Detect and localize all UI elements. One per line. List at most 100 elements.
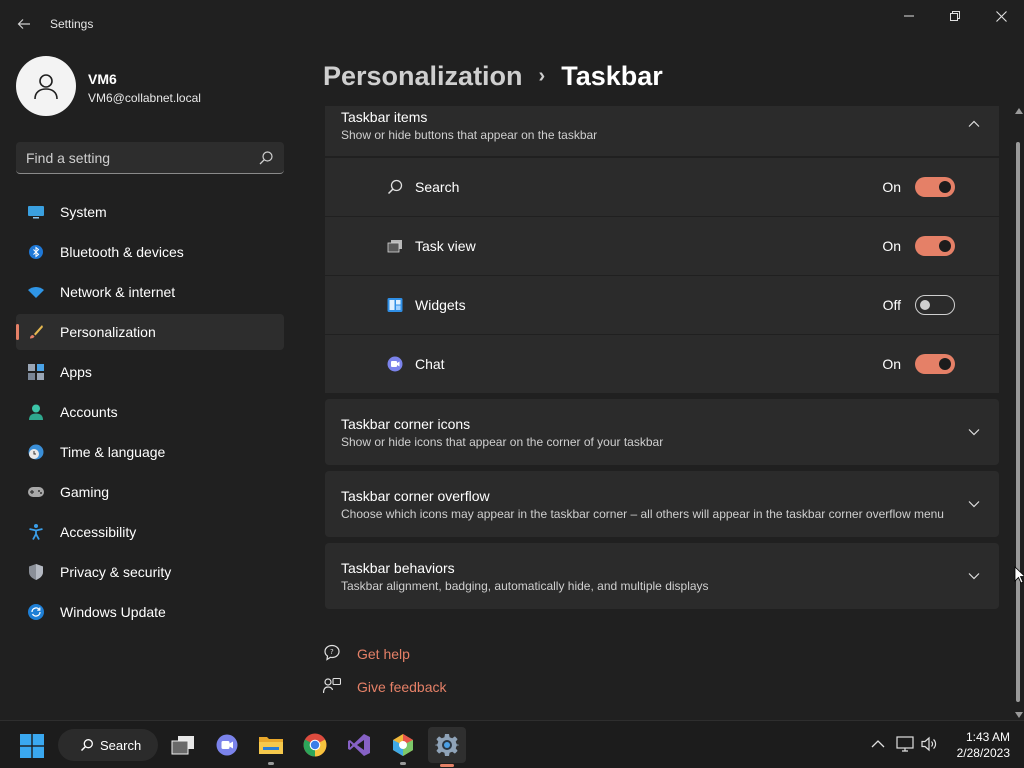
breadcrumb: Personalization › Taskbar [323, 58, 663, 94]
arrow-left-icon [17, 19, 30, 29]
taskbar-corner-overflow-card[interactable]: Taskbar corner overflow Choose which ico… [325, 471, 999, 537]
sidebar-item-windows-update[interactable]: Windows Update [16, 594, 284, 630]
toggle-knob [939, 181, 951, 193]
scroll-thumb[interactable] [1016, 142, 1020, 702]
taskbar-search-button[interactable]: Search [58, 729, 158, 761]
sidebar-item-accessibility[interactable]: Accessibility [16, 514, 284, 550]
user-profile[interactable]: VM6 VM6@collabnet.local [16, 56, 296, 120]
sidebar-item-label: Network & internet [60, 284, 176, 300]
sidebar-nav: System Bluetooth & devices Network & int… [16, 194, 284, 634]
accessibility-icon [28, 524, 44, 540]
close-button[interactable] [978, 0, 1024, 32]
row-label: Task view [415, 238, 476, 254]
network-icon[interactable] [896, 735, 914, 753]
section-title: Taskbar corner icons [341, 416, 471, 432]
search-input[interactable] [26, 142, 246, 173]
sidebar-item-privacy-security[interactable]: Privacy & security [16, 554, 284, 590]
section-description: Show or hide buttons that appear on the … [341, 128, 598, 142]
app-title: Settings [50, 17, 94, 31]
clock-time: 1:43 AM [965, 730, 1010, 744]
taskbar-file-explorer[interactable] [255, 729, 287, 765]
sidebar-item-bluetooth[interactable]: Bluetooth & devices [16, 234, 284, 270]
toggle-state-text: On [882, 238, 901, 254]
taskbar-behaviors-card[interactable]: Taskbar behaviors Taskbar alignment, bad… [325, 543, 999, 609]
sidebar-item-accounts[interactable]: Accounts [16, 394, 284, 430]
back-button[interactable] [10, 10, 38, 38]
title-bar: Settings [0, 0, 1024, 48]
settings-content: Taskbar items Show or hide buttons that … [325, 106, 999, 720]
taskbar-corner-icons-card[interactable]: Taskbar corner icons Show or hide icons … [325, 399, 999, 465]
toggle-state-text: Off [882, 297, 901, 313]
chevron-up-icon[interactable] [869, 735, 887, 753]
volume-icon[interactable] [920, 735, 938, 753]
sidebar-item-network[interactable]: Network & internet [16, 274, 284, 310]
search-toggle[interactable] [915, 177, 955, 197]
taskbar-item-row-task-view: Task view On [325, 217, 999, 275]
help-icon: ? [324, 644, 340, 661]
sidebar-item-label: Privacy & security [60, 564, 172, 580]
toggle-knob [920, 300, 930, 310]
scroll-up-arrow[interactable] [1015, 108, 1023, 114]
chevron-down-icon[interactable] [967, 425, 981, 439]
widgets-toggle[interactable] [915, 295, 955, 315]
sidebar-item-gaming[interactable]: Gaming [16, 474, 284, 510]
row-label: Widgets [415, 297, 466, 313]
apps-icon [28, 364, 44, 380]
settings-search-box[interactable] [16, 142, 284, 174]
breadcrumb-separator: › [538, 64, 546, 87]
give-feedback-text[interactable]: Give feedback [357, 679, 447, 695]
chat-toggle[interactable] [915, 354, 955, 374]
scroll-down-arrow[interactable] [1015, 712, 1023, 718]
sidebar-item-system[interactable]: System [16, 194, 284, 230]
minimize-button[interactable] [886, 0, 932, 32]
avatar[interactable] [16, 56, 76, 116]
taskbar-task-view[interactable] [167, 729, 199, 761]
visual-studio-icon [348, 734, 370, 756]
section-title: Taskbar items [341, 109, 428, 125]
breadcrumb-parent[interactable]: Personalization [323, 61, 523, 92]
feedback-icon [323, 677, 341, 694]
taskbar-chrome[interactable] [299, 729, 331, 761]
chevron-down-icon[interactable] [967, 497, 981, 511]
taskbar-item-row-search: Search On [325, 158, 999, 216]
section-description: Choose which icons may appear in the tas… [341, 507, 944, 521]
globe-clock-icon [28, 444, 44, 460]
running-indicator [268, 762, 274, 765]
toggle-state-text: On [882, 179, 901, 195]
restore-button[interactable] [932, 0, 978, 32]
system-clock[interactable]: 1:43 AM 2/28/2023 [957, 729, 1010, 761]
restore-icon [950, 11, 960, 21]
taskbar-visual-studio[interactable] [343, 729, 375, 761]
sidebar-item-personalization[interactable]: Personalization [16, 314, 284, 350]
taskbar-chat[interactable] [211, 729, 243, 761]
section-title: Taskbar behaviors [341, 560, 455, 576]
sidebar-item-time-language[interactable]: Time & language [16, 434, 284, 470]
sidebar-item-apps[interactable]: Apps [16, 354, 284, 390]
get-help-link[interactable]: ? Get help [323, 641, 523, 665]
widgets-icon [387, 298, 403, 312]
sidebar-item-label: System [60, 204, 107, 220]
task-view-toggle[interactable] [915, 236, 955, 256]
section-description: Show or hide icons that appear on the co… [341, 435, 664, 449]
search-icon[interactable] [258, 150, 274, 166]
give-feedback-link[interactable]: Give feedback [323, 674, 523, 698]
content-scrollbar[interactable] [1013, 108, 1023, 718]
mouse-cursor-icon [1014, 566, 1024, 584]
taskbar-items-header[interactable]: Taskbar items Show or hide buttons that … [325, 106, 999, 156]
get-help-text[interactable]: Get help [357, 646, 410, 662]
row-label: Chat [415, 356, 445, 372]
settings-gear-icon [435, 734, 459, 756]
sidebar-item-label: Windows Update [60, 604, 166, 620]
section-title: Taskbar corner overflow [341, 488, 490, 504]
chevron-up-icon[interactable] [967, 117, 981, 131]
sidebar-item-label: Accounts [60, 404, 118, 420]
taskbar-paint-app[interactable] [387, 729, 419, 765]
svg-text:?: ? [330, 648, 334, 656]
taskbar-search-label: Search [100, 738, 142, 753]
clock-date: 2/28/2023 [956, 746, 1010, 760]
section-description: Taskbar alignment, badging, automaticall… [341, 579, 709, 593]
windows-start-icon[interactable] [20, 734, 44, 758]
running-indicator [400, 762, 406, 765]
taskbar-settings[interactable] [428, 727, 466, 767]
chevron-down-icon[interactable] [967, 569, 981, 583]
